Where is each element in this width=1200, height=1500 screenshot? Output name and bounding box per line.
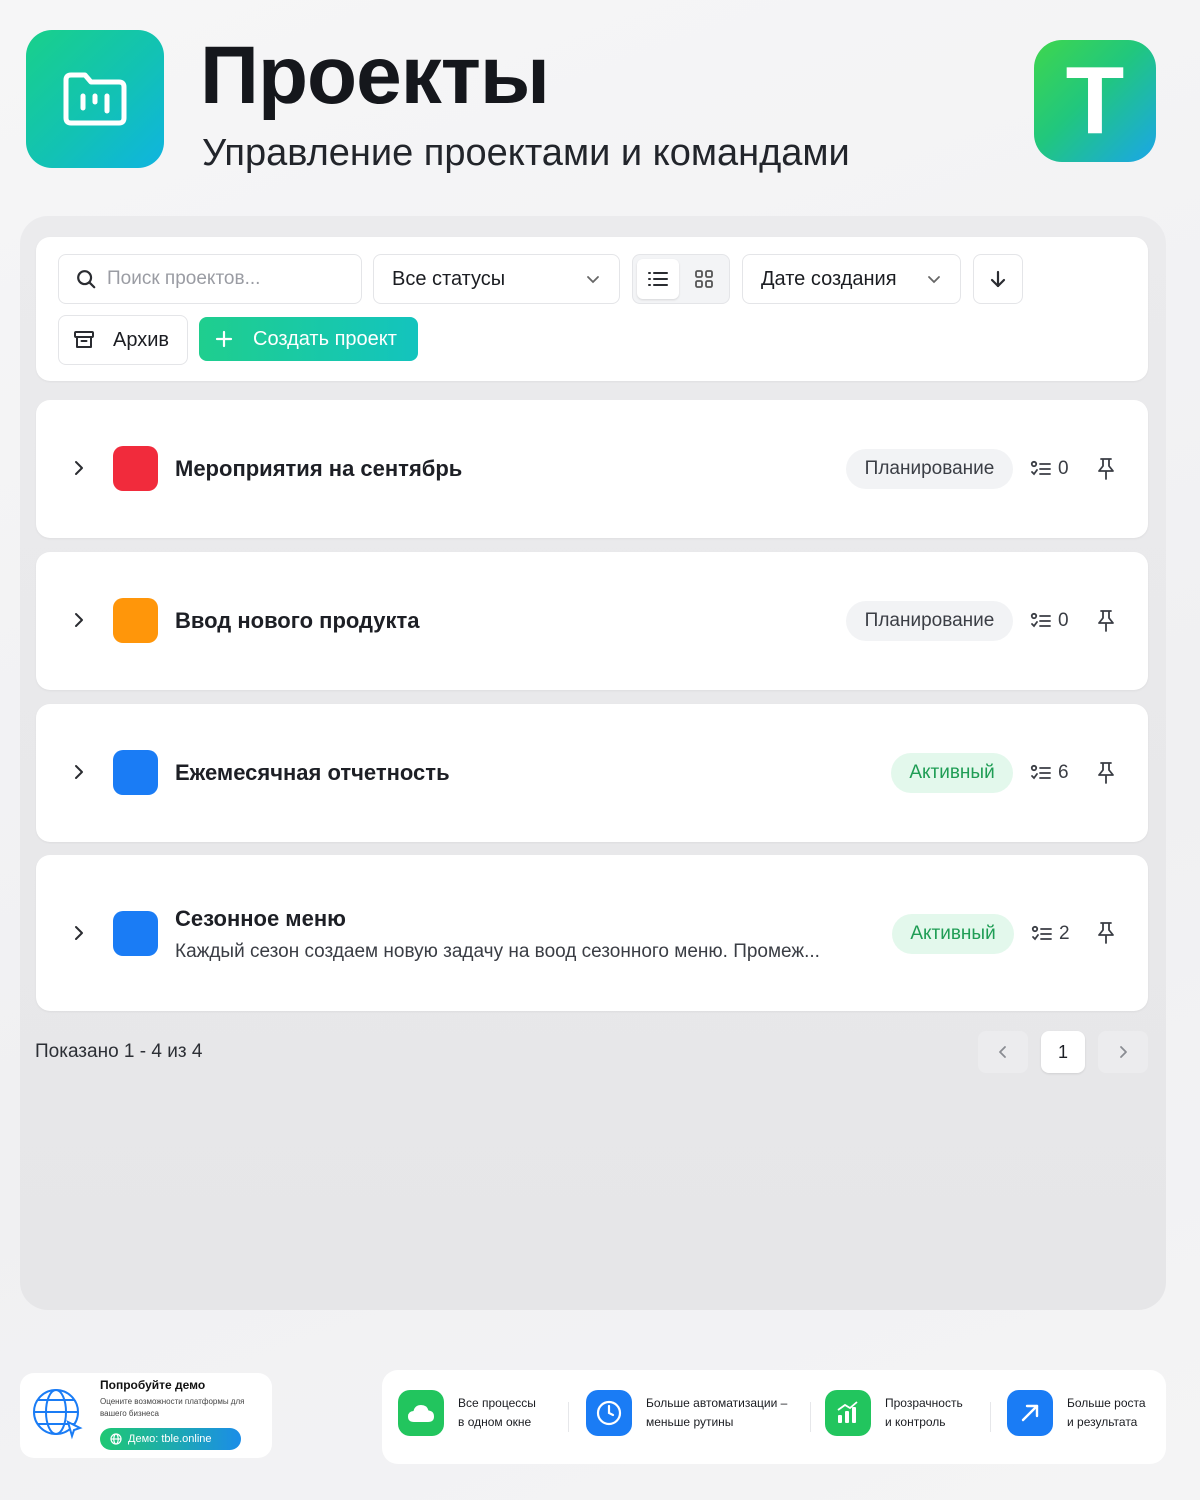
task-count: 6 — [1030, 762, 1069, 784]
task-count-value: 0 — [1058, 610, 1069, 631]
create-project-label: Создать проект — [253, 327, 397, 350]
bar-chart-icon — [837, 1401, 858, 1423]
folder-kanban-icon — [63, 72, 127, 126]
feature-separator — [810, 1402, 811, 1432]
chevron-left-icon — [999, 1046, 1006, 1058]
pin-icon[interactable] — [1096, 457, 1116, 481]
status-filter-select[interactable]: Все статусы — [373, 254, 620, 304]
plus-icon — [215, 330, 233, 348]
feature-item: Больше роста и результата — [1007, 1390, 1146, 1436]
archive-button[interactable]: Архив — [58, 315, 188, 365]
demo-card: Попробуйте демо Оцените возможности плат… — [20, 1373, 272, 1458]
page-title: Проекты — [200, 30, 550, 121]
project-row[interactable]: Ежемесячная отчетность Активный 6 — [36, 704, 1148, 842]
task-count-value: 6 — [1058, 762, 1069, 783]
search-input[interactable] — [107, 268, 337, 290]
project-color-marker — [113, 598, 158, 643]
page-button-current[interactable]: 1 — [1041, 1031, 1085, 1073]
archive-label: Архив — [113, 328, 170, 351]
pagination-summary: Показано 1 - 4 из 4 — [35, 1041, 203, 1062]
brand-letter: T — [1065, 47, 1125, 154]
chevron-down-icon — [928, 276, 940, 284]
project-row[interactable]: Ввод нового продукта Планирование 0 — [36, 552, 1148, 690]
feature-icon-box — [825, 1390, 871, 1436]
feature-icon-box — [398, 1390, 444, 1436]
features-bar: Все процессы в одном окне Больше автомат… — [382, 1370, 1166, 1464]
feature-item: Больше автоматизации – меньше рутины — [586, 1390, 787, 1436]
grid-icon — [695, 270, 713, 288]
grid-view-button[interactable] — [683, 259, 725, 299]
feature-text: Прозрачность и контроль — [885, 1396, 963, 1429]
task-count: 0 — [1030, 458, 1069, 480]
cloud-icon — [408, 1405, 434, 1422]
chevron-right-icon — [1120, 1046, 1127, 1058]
task-count-value: 2 — [1059, 923, 1070, 944]
feature-text: Все процессы в одном окне — [458, 1396, 536, 1429]
clock-icon — [596, 1400, 622, 1426]
status-badge: Активный — [891, 753, 1013, 793]
status-filter-value: Все статусы — [392, 267, 506, 290]
project-color-marker — [113, 911, 158, 956]
archive-icon — [74, 331, 94, 348]
feature-item: Прозрачность и контроль — [825, 1390, 963, 1436]
feature-icon-box — [1007, 1390, 1053, 1436]
project-name: Сезонное меню — [175, 906, 346, 931]
arrow-up-right-icon — [1021, 1404, 1039, 1422]
prev-page-button[interactable] — [978, 1031, 1028, 1073]
arrow-down-icon — [990, 270, 1006, 288]
project-row[interactable]: Мероприятия на сентябрь Планирование 0 — [36, 400, 1148, 538]
globe-icon — [110, 1433, 122, 1445]
sort-direction-button[interactable] — [973, 254, 1023, 304]
project-name: Ежемесячная отчетность — [175, 760, 450, 785]
status-badge: Активный — [892, 914, 1014, 954]
task-count: 0 — [1030, 610, 1069, 632]
search-box[interactable] — [58, 254, 362, 304]
project-name: Ввод нового продукта — [175, 608, 420, 633]
sort-select[interactable]: Дате создания — [742, 254, 961, 304]
globe-cursor-icon — [33, 1389, 83, 1440]
demo-link-button[interactable]: Демо: tble.online — [100, 1428, 241, 1450]
pin-icon[interactable] — [1096, 609, 1116, 633]
task-count-value: 0 — [1058, 458, 1069, 479]
demo-link-label: Демо: tble.online — [128, 1433, 212, 1445]
app-logo — [26, 30, 164, 168]
create-project-button[interactable]: Создать проект — [199, 317, 418, 361]
project-color-marker — [113, 750, 158, 795]
project-row[interactable]: Сезонное меню Каждый сезон создаем новую… — [36, 855, 1148, 1011]
chevron-down-icon — [587, 276, 599, 284]
chevron-right-icon[interactable] — [72, 925, 86, 941]
sort-value: Дате создания — [761, 267, 897, 290]
feature-separator — [568, 1402, 569, 1432]
view-mode-toggle — [632, 254, 730, 304]
feature-item: Все процессы в одном окне — [398, 1390, 536, 1436]
task-list-icon — [1030, 612, 1051, 628]
task-list-icon — [1031, 925, 1052, 941]
feature-icon-box — [586, 1390, 632, 1436]
project-color-marker — [113, 446, 158, 491]
feature-text: Больше автоматизации – меньше рутины — [646, 1396, 788, 1429]
task-count: 2 — [1031, 923, 1070, 945]
feature-separator — [990, 1402, 991, 1432]
task-list-icon — [1030, 764, 1051, 780]
toolbar: Все статусы Дате создания А — [36, 237, 1148, 381]
chevron-right-icon[interactable] — [72, 460, 86, 476]
status-badge: Планирование — [846, 601, 1013, 641]
list-icon — [648, 272, 668, 286]
next-page-button[interactable] — [1098, 1031, 1148, 1073]
chevron-right-icon[interactable] — [72, 764, 86, 780]
page-subtitle: Управление проектами и командами — [202, 132, 850, 174]
brand-logo: T — [1034, 40, 1156, 162]
feature-text: Больше роста и результата — [1067, 1396, 1146, 1429]
list-view-button[interactable] — [637, 259, 679, 299]
project-name: Мероприятия на сентябрь — [175, 456, 463, 481]
status-badge: Планирование — [846, 449, 1013, 489]
chevron-right-icon[interactable] — [72, 612, 86, 628]
task-list-icon — [1030, 460, 1051, 476]
demo-description: Оцените возможности платформы для вашего… — [100, 1397, 245, 1418]
search-icon — [77, 270, 96, 289]
demo-title: Попробуйте демо — [100, 1378, 206, 1392]
project-description: Каждый сезон создаем новую задачу на воо… — [175, 941, 820, 962]
pin-icon[interactable] — [1096, 761, 1116, 785]
pin-icon[interactable] — [1096, 921, 1116, 945]
